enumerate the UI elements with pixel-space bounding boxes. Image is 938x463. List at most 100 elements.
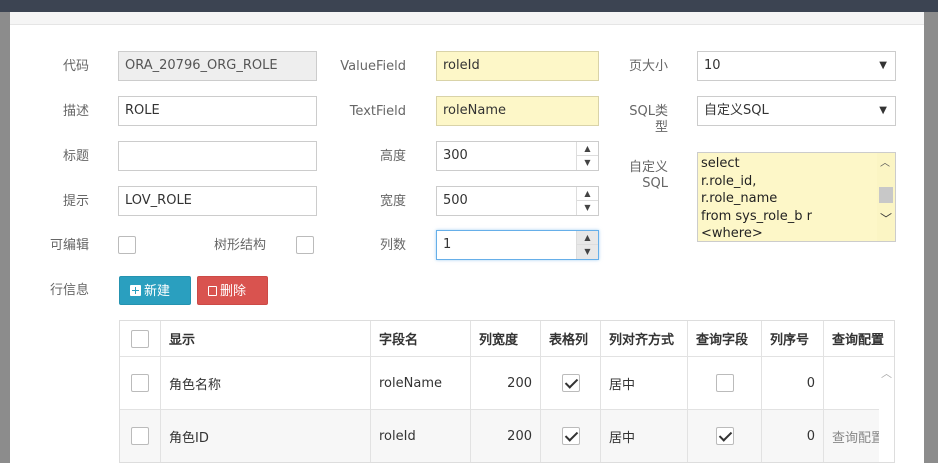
columns-spinner[interactable]: ▲ ▼ xyxy=(576,231,598,259)
height-value: 300 xyxy=(443,148,468,163)
code-field[interactable]: ORA_20796_ORG_ROLE xyxy=(118,51,317,81)
width-stepper[interactable]: 500 ▲ ▼ xyxy=(436,186,599,216)
columns-stepper[interactable]: 1 ▲ ▼ xyxy=(436,230,599,260)
cell-width[interactable]: 200 xyxy=(471,357,541,409)
cell-order[interactable]: 0 xyxy=(762,357,824,409)
scroll-up-icon[interactable]: ︿ xyxy=(880,155,890,173)
scroll-down-icon[interactable]: ﹀ xyxy=(880,211,892,229)
custom-sql-label-line2: SQL xyxy=(642,176,668,191)
row-select-cell xyxy=(120,410,161,462)
select-all-cell xyxy=(120,321,161,356)
title-label: 标题 xyxy=(62,149,89,164)
scroll-up-icon[interactable]: ︿ xyxy=(881,365,892,381)
text-field-input[interactable]: roleName xyxy=(436,96,599,126)
row-select-checkbox[interactable] xyxy=(131,374,149,392)
cell-align[interactable]: 居中 xyxy=(601,357,688,409)
page-size-value: 10 xyxy=(704,58,721,73)
select-all-checkbox[interactable] xyxy=(131,329,149,348)
value-field-input[interactable]: roleId xyxy=(436,51,599,81)
col-header-query-field[interactable]: 查询字段 xyxy=(688,321,762,356)
sql-type-label-line1: SQL类 xyxy=(629,104,668,119)
cell-align[interactable]: 居中 xyxy=(601,410,688,462)
spin-up-icon[interactable]: ▲ xyxy=(577,231,598,245)
table-col-checkbox[interactable] xyxy=(561,427,580,445)
sql-line: select xyxy=(701,156,740,171)
custom-sql-label-line1: 自定义 xyxy=(628,160,668,175)
title-field[interactable] xyxy=(118,141,317,171)
spin-down-icon[interactable]: ▼ xyxy=(577,156,598,170)
tree-checkbox[interactable] xyxy=(296,236,314,254)
height-spinner[interactable]: ▲ ▼ xyxy=(576,142,598,170)
backdrop-left xyxy=(0,12,10,463)
height-stepper[interactable]: 300 ▲ ▼ xyxy=(436,141,599,171)
caret-down-icon: ▼ xyxy=(879,60,887,71)
backdrop-right xyxy=(924,12,938,463)
cell-field[interactable]: roleId xyxy=(371,410,471,462)
width-spinner[interactable]: ▲ ▼ xyxy=(576,187,598,215)
scroll-thumb[interactable] xyxy=(879,187,893,203)
table-row[interactable]: 角色名称 roleName 200 居中 0 xyxy=(120,357,894,410)
table-col-checkbox[interactable] xyxy=(561,374,580,392)
width-label: 宽度 xyxy=(379,194,406,209)
fields-grid: 显示 字段名 列宽度 表格列 列对齐方式 查询字段 列序号 查询配置 角色名称 … xyxy=(119,320,895,463)
spin-down-icon[interactable]: ▼ xyxy=(577,201,598,215)
delete-row-label: 删除 xyxy=(220,284,247,299)
cell-display[interactable]: 角色ID xyxy=(161,410,371,462)
delete-row-button[interactable]: 删除 xyxy=(197,276,268,305)
col-header-field[interactable]: 字段名 xyxy=(371,321,471,356)
dialog-header xyxy=(10,12,924,25)
cell-width[interactable]: 200 xyxy=(471,410,541,462)
col-header-query-config[interactable]: 查询配置 xyxy=(824,321,894,356)
spin-up-icon[interactable]: ▲ xyxy=(577,187,598,201)
hint-label: 提示 xyxy=(62,194,89,209)
new-row-button[interactable]: 新建 xyxy=(119,276,191,305)
columns-value: 1 xyxy=(443,237,452,252)
spin-up-icon[interactable]: ▲ xyxy=(577,142,598,156)
cell-query-field xyxy=(688,410,762,462)
custom-sql-textarea[interactable]: select r.role_id, r.role_name from sys_r… xyxy=(697,152,896,242)
cell-field[interactable]: roleName xyxy=(371,357,471,409)
spin-down-icon[interactable]: ▼ xyxy=(577,245,598,259)
col-header-order[interactable]: 列序号 xyxy=(762,321,824,356)
editable-checkbox[interactable] xyxy=(118,236,136,254)
hint-field[interactable]: LOV_ROLE xyxy=(118,186,317,216)
sql-type-label: SQL类 型 xyxy=(618,104,668,136)
sql-type-select[interactable]: 自定义SQL ▼ xyxy=(697,96,896,126)
col-header-table-col[interactable]: 表格列 xyxy=(541,321,601,356)
sql-scrollbar[interactable]: ︿ ﹀ xyxy=(877,153,895,241)
caret-down-icon: ▼ xyxy=(879,105,887,116)
col-header-width[interactable]: 列宽度 xyxy=(471,321,541,356)
table-row[interactable]: 角色ID roleId 200 居中 0 查询配置 xyxy=(120,410,894,462)
row-select-checkbox[interactable] xyxy=(131,427,149,445)
sql-line: <where> xyxy=(701,226,763,241)
height-label: 高度 xyxy=(379,149,406,164)
top-bar xyxy=(0,0,938,12)
cell-query-field xyxy=(688,357,762,409)
page-size-select[interactable]: 10 ▼ xyxy=(697,51,896,81)
cell-table-col xyxy=(541,357,601,409)
sql-line: r.role_name xyxy=(701,191,778,206)
grid-scrollbar[interactable]: ︿ xyxy=(879,357,894,462)
desc-label: 描述 xyxy=(62,104,89,119)
page-size-label: 页大小 xyxy=(628,59,668,74)
col-header-align[interactable]: 列对齐方式 xyxy=(601,321,688,356)
cell-order[interactable]: 0 xyxy=(762,410,824,462)
code-label: 代码 xyxy=(62,59,89,74)
new-row-label: 新建 xyxy=(144,284,171,299)
sql-line: from sys_role_b r xyxy=(701,208,812,224)
tree-label: 树形结构 xyxy=(213,238,266,253)
row-select-cell xyxy=(120,357,161,409)
cell-display[interactable]: 角色名称 xyxy=(161,357,371,409)
trash-icon xyxy=(208,286,217,296)
sql-type-label-line2: 型 xyxy=(654,120,668,135)
sql-line: r.role_id, xyxy=(701,173,757,189)
sql-type-value: 自定义SQL xyxy=(704,103,769,118)
editable-label: 可编辑 xyxy=(49,238,89,253)
desc-field[interactable]: ROLE xyxy=(118,96,317,126)
cell-table-col xyxy=(541,410,601,462)
col-header-display[interactable]: 显示 xyxy=(161,321,371,356)
query-field-checkbox[interactable] xyxy=(715,427,734,445)
grid-header-row: 显示 字段名 列宽度 表格列 列对齐方式 查询字段 列序号 查询配置 xyxy=(120,321,894,357)
query-field-checkbox[interactable] xyxy=(715,374,734,392)
row-info-label: 行信息 xyxy=(49,283,89,298)
